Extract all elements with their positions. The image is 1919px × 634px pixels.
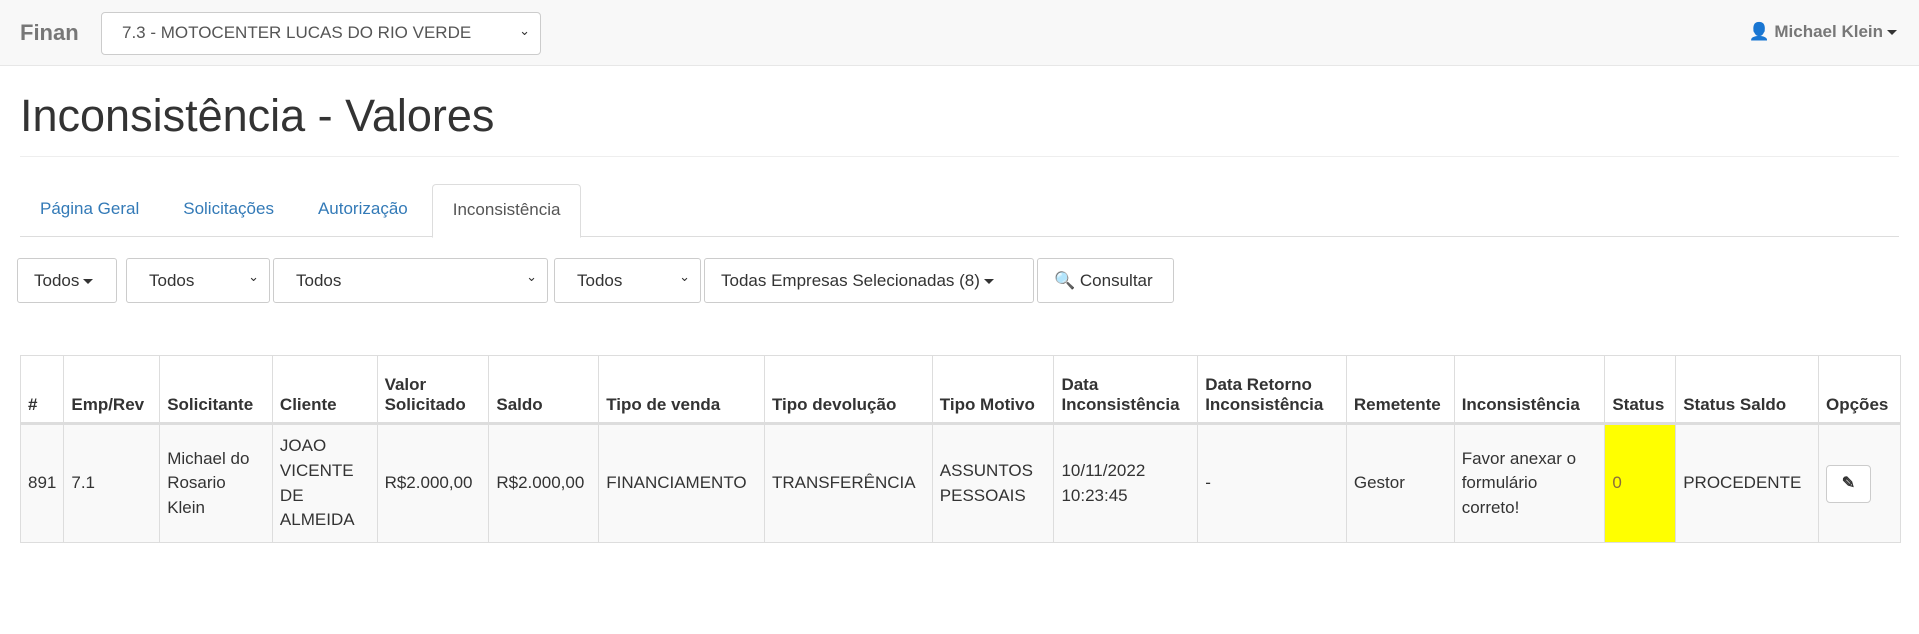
page-title: Inconsistência - Valores [20,90,495,141]
col-cliente[interactable]: Cliente [271,355,378,425]
edit-icon: ✎ [1841,474,1856,492]
caret-icon [83,279,94,285]
empresas-dropdown[interactable]: Todas Empresas Selecionadas (8) [704,258,1034,303]
chevron-down-icon: ⌄ [519,23,530,38]
filter-select-4[interactable]: Todos ⌄ [554,258,701,303]
col-id[interactable]: # [19,355,65,425]
filter-dropdown-1[interactable]: Todos [17,258,117,303]
cell-data-inconsistencia: 10/11/2022 10:23:45 [1053,423,1199,543]
tab-solicitacoes[interactable]: Solicitações [163,184,294,237]
col-remetente[interactable]: Remetente [1345,355,1455,425]
brand[interactable]: Finan [20,20,79,46]
user-name: Michael Klein [1774,22,1883,41]
caret-icon [1887,30,1897,36]
col-status-saldo[interactable]: Status Saldo [1675,355,1819,425]
filters: Todos Todos ⌄ Todos ⌄ Todos ⌄ Todas Empresa… [17,258,1174,303]
filter-1-value: Todos [34,271,80,290]
col-saldo[interactable]: Saldo [488,355,600,425]
tab-inconsistencia[interactable]: Inconsistência [431,184,582,238]
cell-data-retorno: - [1197,423,1347,543]
col-status[interactable]: Status [1604,355,1677,425]
chevron-down-icon: ⌄ [248,269,259,284]
chevron-down-icon: ⌄ [526,269,537,284]
tab-autorizacao[interactable]: Autorização [298,184,428,237]
filter-4-value: Todos [577,271,623,290]
tab-pagina-geral[interactable]: Página Geral [20,184,159,237]
cell-emp-rev: 7.1 [63,423,161,543]
filter-2-value: Todos [149,271,195,290]
empresas-value: Todas Empresas Selecionadas (8) [721,271,980,290]
cell-saldo: R$2.000,00 [488,423,600,543]
user-menu[interactable]: 👤 Michael Klein [1748,22,1897,42]
col-tipo-devolucao[interactable]: Tipo devolução [763,355,933,425]
company-select-value: 7.3 - MOTOCENTER LUCAS DO RIO VERDE [122,23,472,42]
tabs: Página Geral Solicitações Autorização In… [20,184,1899,238]
chevron-down-icon: ⌄ [679,269,690,284]
col-emp-rev[interactable]: Emp/Rev [63,355,161,425]
cell-status: 0 [1604,423,1677,543]
cell-cliente: JOAO VICENTE DE ALMEIDA [271,423,378,543]
edit-button[interactable]: ✎ [1826,464,1871,503]
cell-opcoes: ✎ [1818,423,1901,543]
col-data-retorno[interactable]: Data Retorno Inconsistência [1197,355,1347,425]
caret-icon [983,279,994,285]
consultar-label: Consultar [1079,271,1153,290]
user-icon: 👤 [1748,22,1770,41]
cell-tipo-devolucao: TRANSFERÊNCIA [763,423,933,543]
cell-tipo-motivo: ASSUNTOS PESSOAIS [931,423,1055,543]
table-row: 891 7.1 Michael do Rosario Klein JOAO VI… [19,423,1901,543]
cell-tipo-venda: FINANCIAMENTO [598,423,765,543]
col-tipo-motivo[interactable]: Tipo Motivo [931,355,1055,425]
filter-3-value: Todos [296,271,342,290]
col-opcoes: Opções [1818,355,1901,425]
col-valor-solicitado[interactable]: Valor Solicitado [376,355,490,425]
cell-id: 891 [19,423,65,543]
cell-inconsistencia: Favor anexar o formulário correto! [1453,423,1606,543]
table-header-row: # Emp/Rev Solicitante Cliente Valor Soli… [19,355,1901,425]
cell-remetente: Gestor [1345,423,1455,543]
col-solicitante[interactable]: Solicitante [159,355,273,425]
company-select[interactable]: 7.3 - MOTOCENTER LUCAS DO RIO VERDE ⌄ [101,12,541,55]
divider [20,156,1899,157]
cell-valor: R$2.000,00 [376,423,490,543]
cell-solicitante: Michael do Rosario Klein [159,423,273,543]
consultar-button[interactable]: 🔍 Consultar [1037,258,1174,303]
col-data-inconsistencia[interactable]: Data Inconsistência [1053,355,1199,425]
col-tipo-venda[interactable]: Tipo de venda [598,355,765,425]
filter-select-2[interactable]: Todos ⌄ [126,258,270,303]
inconsistency-table: # Emp/Rev Solicitante Cliente Valor Soli… [19,355,1901,543]
navbar: Finan 7.3 - MOTOCENTER LUCAS DO RIO VERD… [0,0,1919,66]
cell-status-saldo: PROCEDENTE [1675,423,1819,543]
filter-select-3[interactable]: Todos ⌄ [273,258,548,303]
col-inconsistencia[interactable]: Inconsistência [1453,355,1606,425]
search-icon: 🔍 [1054,271,1076,290]
